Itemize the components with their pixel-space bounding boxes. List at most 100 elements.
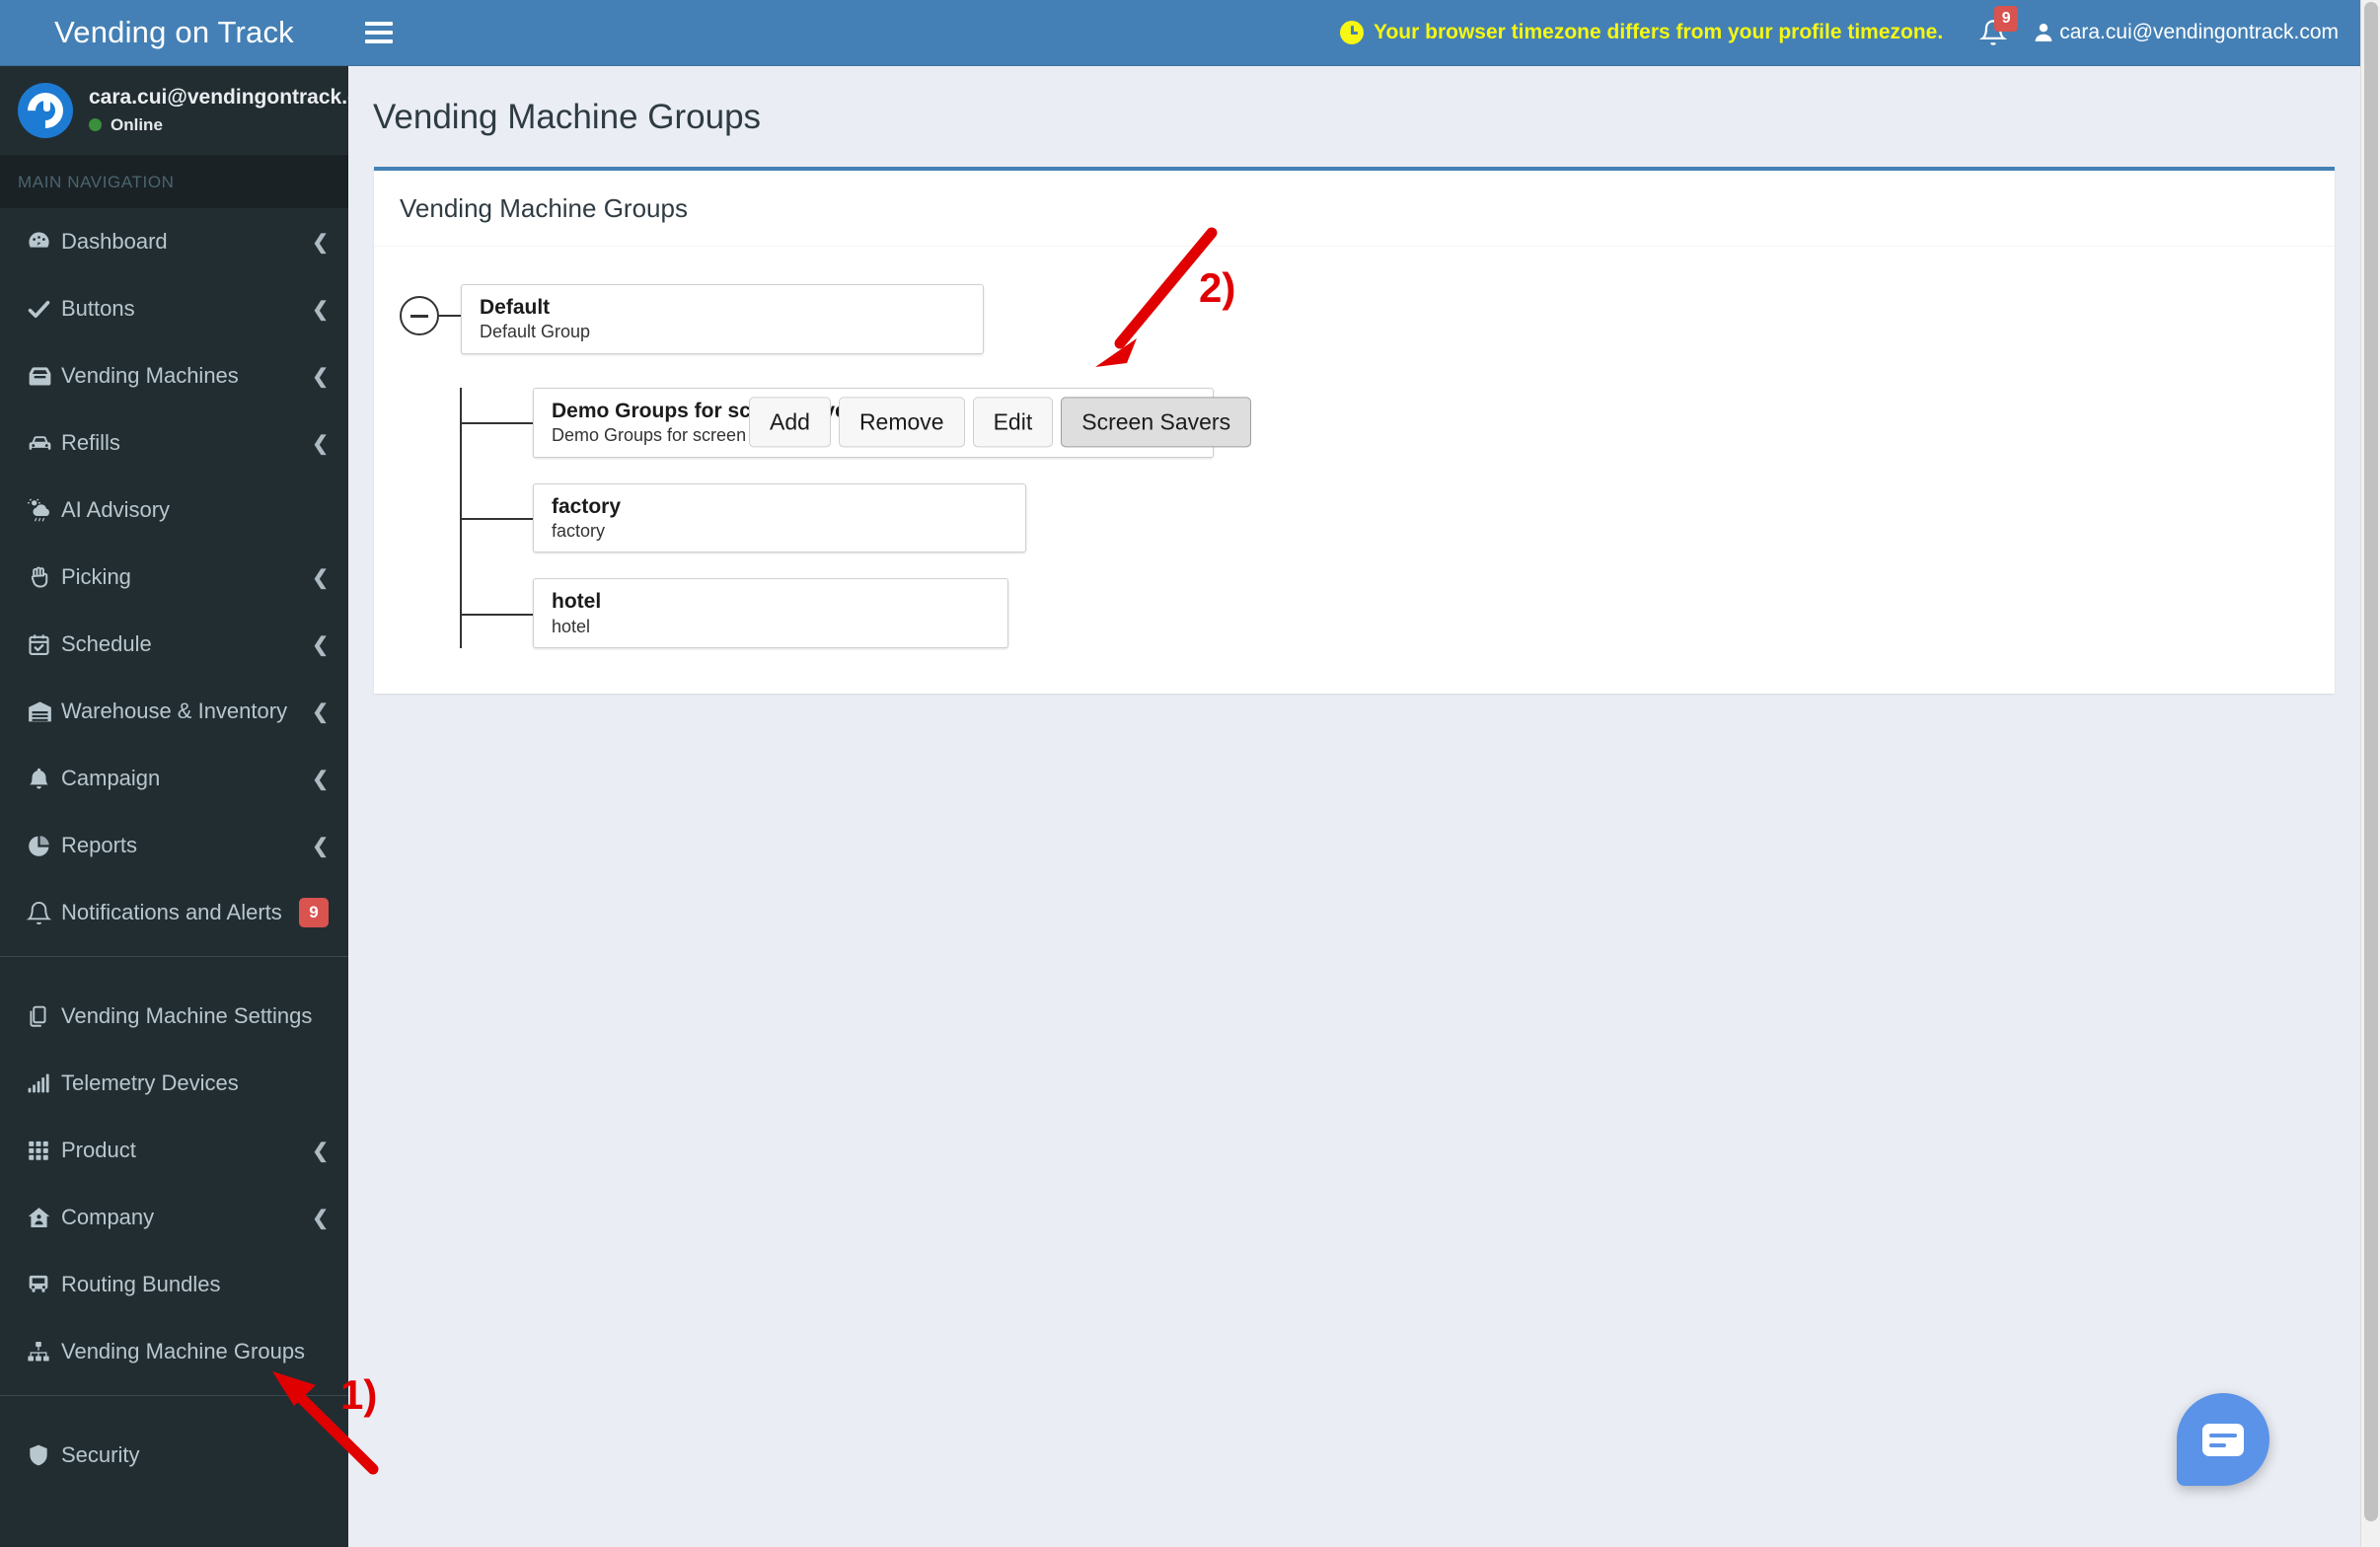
tree-node-factory[interactable]: factory factory (533, 482, 1026, 553)
sidebar-item-label: Buttons (61, 296, 135, 321)
avatar (18, 82, 73, 138)
user-icon (2035, 24, 2052, 41)
sidebar-item-dashboard[interactable]: Dashboard ❮ (0, 208, 348, 275)
sidebar-item-company[interactable]: Company ❮ (0, 1184, 348, 1251)
annotation-label-2: 2) (1199, 264, 1236, 311)
home-user-icon (26, 1205, 61, 1231)
tree-node-default[interactable]: Default Default Group (461, 284, 984, 354)
sidebar-item-label: Routing Bundles (61, 1272, 221, 1296)
notifications-button[interactable]: 9 (1961, 0, 2026, 66)
tree-child-row: hotel hotel (462, 578, 2309, 648)
chevron-left-icon: ❮ (312, 1140, 329, 1162)
top-header-bar: Vending on Track Your browser timezone d… (0, 0, 2360, 66)
tree-node-title: factory (552, 494, 622, 518)
sidebar-user-info: cara.cui@vendingontrack.c Online (89, 86, 348, 135)
sidebar-item-label: Telemetry Devices (61, 1070, 239, 1095)
page-title: Vending Machine Groups (373, 98, 762, 136)
tree-root-row: Default Default Group (400, 272, 2309, 354)
screen-savers-button[interactable]: Screen Savers (1061, 397, 1252, 448)
sidebar-nav-tertiary: Security (0, 1422, 348, 1489)
sidebar-nav-header: MAIN NAVIGATION (0, 155, 348, 208)
page-scrollbar[interactable] (2360, 0, 2380, 1547)
sidebar-item-refills[interactable]: Refills ❮ (0, 409, 348, 477)
car-icon (26, 429, 61, 458)
copy-icon (26, 1003, 61, 1029)
sidebar-item-product[interactable]: Product ❮ (0, 1117, 348, 1184)
cloud-sun-icon (26, 496, 61, 525)
shield-icon (26, 1442, 61, 1468)
sidebar-item-label: Refills (61, 430, 120, 455)
sidebar-item-warehouse-inventory[interactable]: Warehouse & Inventory ❮ (0, 678, 348, 745)
hamburger-icon (365, 22, 393, 43)
panel-title: Vending Machine Groups (374, 171, 2335, 247)
sidebar-item-picking[interactable]: Picking ❮ (0, 544, 348, 611)
tree-node-subtitle: Default Group (480, 322, 591, 342)
app-brand-logo[interactable]: Vending on Track (0, 0, 348, 66)
user-account-menu[interactable]: cara.cui@vendingontrack.com (2026, 21, 2360, 44)
tree-node-action-buttons: Add Remove Edit Screen Savers (749, 397, 1252, 448)
sidebar-nav-secondary: Vending Machine Settings Telemetry Devic… (0, 983, 348, 1385)
main-content: Vending Machine Groups Vending Machine G… (348, 66, 2360, 1547)
tree-node-hotel[interactable]: hotel hotel (533, 578, 1008, 648)
sidebar-item-telemetry-devices[interactable]: Telemetry Devices (0, 1050, 348, 1117)
sidebar-item-label: Warehouse & Inventory (61, 699, 288, 723)
sidebar-item-campaign[interactable]: Campaign ❮ (0, 745, 348, 812)
vending-machine-icon (26, 362, 61, 391)
content-panel: Vending Machine Groups Default Default G… (374, 167, 2335, 694)
pie-chart-icon (26, 833, 61, 859)
sidebar-user-status-label: Online (111, 114, 163, 134)
chevron-left-icon: ❮ (312, 835, 329, 857)
sidebar-item-label: Security (61, 1442, 140, 1467)
sidebar-item-label: Picking (61, 564, 131, 589)
sidebar-item-vending-machine-groups[interactable]: Vending Machine Groups (0, 1318, 348, 1385)
chevron-left-icon: ❮ (312, 365, 329, 388)
edit-button[interactable]: Edit (972, 397, 1054, 448)
chat-support-button[interactable] (2177, 1393, 2269, 1486)
online-status-dot (89, 118, 102, 131)
remove-button[interactable]: Remove (838, 397, 965, 448)
chevron-left-icon: ❮ (312, 633, 329, 656)
chevron-left-icon: ❮ (312, 432, 329, 455)
tree-child-row: Demo Groups for screen savers Demo Group… (462, 387, 2309, 458)
sidebar-user-panel[interactable]: cara.cui@vendingontrack.c Online (0, 66, 348, 155)
page-scrollbar-thumb[interactable] (2364, 2, 2378, 1521)
sidebar-item-security[interactable]: Security (0, 1422, 348, 1489)
tree-node-subtitle: factory (552, 520, 606, 541)
sidebar-item-label: Vending Machines (61, 363, 239, 388)
sidebar-item-routing-bundles[interactable]: Routing Bundles (0, 1251, 348, 1318)
sidebar-item-reports[interactable]: Reports ❮ (0, 812, 348, 879)
tree-node-title: hotel (552, 590, 602, 614)
sidebar-item-label: Vending Machine Groups (61, 1339, 306, 1363)
add-button[interactable]: Add (749, 397, 831, 448)
sidebar-item-notifications-and-alerts[interactable]: Notifications and Alerts 9 (0, 879, 348, 946)
bell-filled-icon (26, 766, 61, 792)
signal-bars-icon (26, 1070, 61, 1096)
hand-icon (26, 563, 61, 591)
dashboard-icon (26, 229, 61, 256)
sidebar-gap-2 (0, 1396, 348, 1422)
user-email-label: cara.cui@vendingontrack.com (2059, 21, 2339, 43)
warehouse-icon (26, 698, 61, 726)
sidebar-item-schedule[interactable]: Schedule ❮ (0, 611, 348, 678)
sidebar-toggle-button[interactable] (348, 0, 409, 66)
sidebar-item-buttons[interactable]: Buttons ❮ (0, 275, 348, 342)
tree-node-texts: Default Default Group (462, 285, 608, 353)
chevron-left-icon: ❮ (312, 298, 329, 321)
tree-collapse-toggle[interactable] (400, 296, 439, 335)
tree-root-connector (439, 315, 461, 317)
sidebar-item-label: Reports (61, 833, 138, 857)
notifications-badge: 9 (1994, 5, 2019, 32)
sidebar-item-label: Notifications and Alerts (61, 900, 282, 924)
sidebar-item-badge: 9 (299, 898, 329, 927)
sidebar-gap-1 (0, 957, 348, 983)
chevron-left-icon: ❮ (312, 700, 329, 723)
sidebar-item-label: Dashboard (61, 229, 168, 254)
tree-node-texts: hotel hotel (534, 579, 619, 647)
vending-machine-group-tree: Default Default Group Demo Groups for sc… (400, 272, 2309, 648)
sidebar-item-vending-machines[interactable]: Vending Machines ❮ (0, 342, 348, 409)
sidebar-item-vending-machine-settings[interactable]: Vending Machine Settings (0, 983, 348, 1050)
sidebar-item-ai-advisory[interactable]: AI Advisory (0, 477, 348, 544)
annotation-label-1: 1) (340, 1371, 378, 1418)
tree-node-demo-groups[interactable]: Demo Groups for screen savers Demo Group… (533, 387, 1252, 458)
application-window: Vending on Track Your browser timezone d… (0, 0, 2380, 1547)
